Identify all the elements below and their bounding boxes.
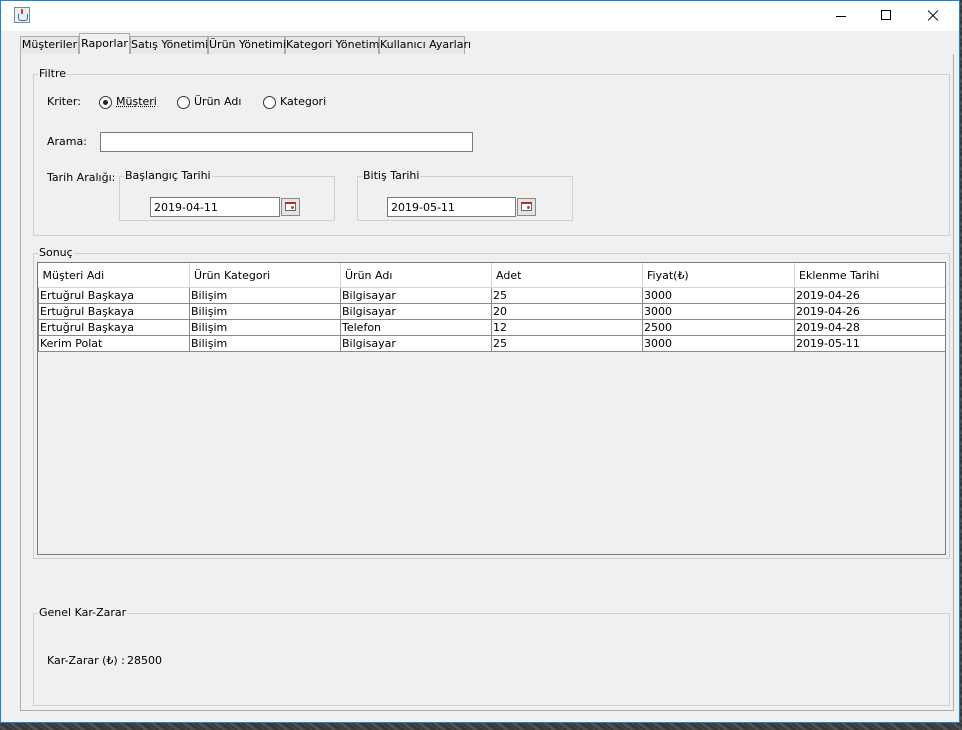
table-cell[interactable]: 20 [491, 303, 643, 320]
table-cell[interactable]: Ertuğrul Başkaya [38, 303, 190, 320]
radio-musteri-label[interactable]: Müşteri [116, 95, 157, 109]
result-table-container: Müşteri Adi Ürün Kategori Ürün Adı Adet … [37, 262, 946, 555]
table-row[interactable]: Kerim Polat Bilişim Bilgisayar 25 3000 2… [38, 335, 945, 352]
tab-satis-yonetimi[interactable]: Satış Yönetimi [130, 36, 208, 54]
profit-loss-value: 28500 [127, 654, 162, 667]
close-button[interactable] [910, 1, 956, 31]
table-cell[interactable]: Bilişim [189, 335, 341, 352]
table-cell[interactable]: 3000 [642, 335, 795, 352]
table-header-row: Müşteri Adi Ürün Kategori Ürün Adı Adet … [38, 263, 945, 288]
table-cell[interactable]: Bilişim [189, 303, 341, 320]
start-date-title: Başlangıç Tarihi [124, 169, 212, 183]
table-row[interactable]: Ertuğrul Başkaya Bilişim Telefon 12 2500… [38, 319, 945, 336]
search-label: Arama: [47, 135, 87, 148]
table-cell[interactable]: 2500 [642, 319, 795, 336]
table-cell[interactable]: Bilişim [189, 287, 341, 304]
table-cell[interactable]: Bilgisayar [340, 303, 492, 320]
result-group-title: Sonuç [38, 246, 74, 260]
title-bar [1, 1, 959, 31]
java-app-icon[interactable] [14, 7, 30, 23]
app-window: Müşteriler Raporlar Satış Yönetimi Ürün … [0, 0, 960, 723]
table-cell[interactable]: Bilgisayar [340, 335, 492, 352]
table-cell[interactable]: Ertuğrul Başkaya [38, 319, 190, 336]
radio-urun-adi-label[interactable]: Ürün Adı [194, 95, 241, 109]
start-date-input[interactable] [150, 197, 280, 217]
start-date-picker-button[interactable] [281, 198, 300, 216]
tab-kategori-yonetimi[interactable]: Kategori Yönetimi [285, 36, 383, 54]
table-cell[interactable]: 25 [491, 335, 643, 352]
table-cell[interactable]: 12 [491, 319, 643, 336]
radio-kategori[interactable] [263, 96, 276, 109]
date-range-label: Tarih Aralığı: [47, 171, 116, 184]
column-header[interactable]: Ürün Kategori [189, 263, 341, 288]
table-cell[interactable]: 25 [491, 287, 643, 304]
summary-group: Genel Kar-Zarar [33, 606, 950, 706]
table-row[interactable]: Ertuğrul Başkaya Bilişim Bilgisayar 25 3… [38, 287, 945, 304]
table-cell[interactable]: 2019-05-11 [794, 335, 945, 352]
tab-kullanici-ayarlari[interactable]: Kullanıcı Ayarları [379, 36, 471, 54]
calendar-icon [521, 202, 532, 211]
end-date-picker-button[interactable] [517, 198, 536, 216]
table-cell[interactable]: Bilgisayar [340, 287, 492, 304]
table-cell[interactable]: 2019-04-26 [794, 287, 945, 304]
end-date-input[interactable] [387, 197, 516, 217]
summary-group-title: Genel Kar-Zarar [38, 606, 128, 620]
tab-musteriler[interactable]: Müşteriler [20, 36, 79, 54]
table-cell[interactable]: Kerim Polat [38, 335, 190, 352]
column-header[interactable]: Fiyat(₺) [642, 263, 795, 288]
column-header[interactable]: Adet [491, 263, 643, 288]
radio-musteri[interactable] [99, 96, 112, 109]
end-date-title: Bitiş Tarihi [362, 169, 421, 183]
column-header[interactable]: Ürün Adı [340, 263, 492, 288]
tab-raporlar[interactable]: Raporlar [79, 33, 130, 54]
column-header[interactable]: Müşteri Adi [38, 263, 190, 288]
minimize-button[interactable] [818, 1, 864, 31]
table-cell[interactable]: Telefon [340, 319, 492, 336]
radio-urun-adi[interactable] [177, 96, 190, 109]
table-cell[interactable]: Bilişim [189, 319, 341, 336]
table-row[interactable]: Ertuğrul Başkaya Bilişim Bilgisayar 20 3… [38, 303, 945, 320]
criteria-label: Kriter: [47, 95, 81, 108]
table-cell[interactable]: 3000 [642, 303, 795, 320]
table-cell[interactable]: 3000 [642, 287, 795, 304]
table-cell[interactable]: Ertuğrul Başkaya [38, 287, 190, 304]
table-cell[interactable]: 2019-04-28 [794, 319, 945, 336]
calendar-icon [285, 202, 296, 211]
maximize-button[interactable] [864, 1, 910, 31]
tab-urun-yonetimi[interactable]: Ürün Yönetimi [208, 36, 286, 54]
profit-loss-label: Kar-Zarar (₺) : [47, 654, 125, 667]
table-cell[interactable]: 2019-04-26 [794, 303, 945, 320]
search-input[interactable] [100, 132, 473, 152]
radio-kategori-label[interactable]: Kategori [280, 95, 326, 109]
result-table: Müşteri Adi Ürün Kategori Ürün Adı Adet … [38, 263, 945, 352]
filter-group-title: Filtre [38, 67, 68, 81]
column-header[interactable]: Eklenme Tarihi [794, 263, 945, 288]
